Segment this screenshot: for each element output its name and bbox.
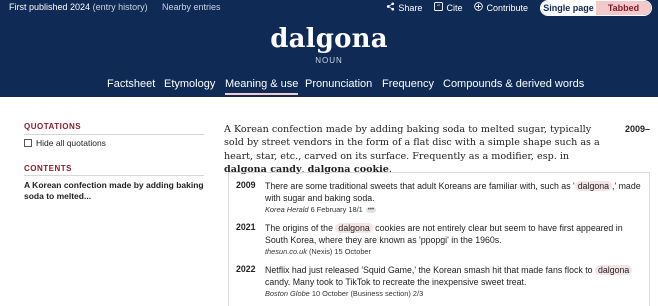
svg-text:”: ” [437, 4, 440, 11]
tab-factsheet[interactable]: Factsheet [107, 78, 155, 90]
part-of-speech: NOUN [315, 56, 343, 65]
cite-label: Cite [446, 2, 463, 13]
top-bar: First published 2024 (entry history) Nea… [0, 0, 658, 18]
quote-icon: ” [434, 1, 444, 13]
source-title: thesun.co.uk [265, 247, 307, 256]
quotation-text-before: There are some traditional sweets that a… [265, 181, 575, 191]
quotation-source: thesun.co.uk (Nexis) 15 October [265, 247, 371, 256]
tabbed-option[interactable]: Tabbed [596, 1, 651, 15]
entry-headword: dalgona [270, 24, 388, 54]
tab-frequency[interactable]: Frequency [382, 78, 434, 90]
quotation-year: 2021 [236, 222, 256, 232]
contents-link-sense-1[interactable]: A Korean confection made by adding bakin… [24, 180, 204, 202]
single-page-option[interactable]: Single page [541, 1, 596, 15]
quotations-heading: QUOTATIONS [24, 122, 82, 131]
contents-heading: CONTENTS [24, 164, 72, 173]
tab-meaning-and-use[interactable]: Meaning & use [225, 78, 299, 95]
published-label: First published 2024 [9, 2, 91, 12]
source-details: (Nexis) 15 October [306, 247, 371, 256]
quotation-year: 2022 [236, 264, 256, 274]
quotation-source: Boston Globe 10 October (Business sectio… [265, 289, 423, 298]
quotations-panel: 2009 There are some traditional sweets t… [228, 172, 650, 306]
source-title: Boston Globe [265, 289, 310, 298]
definition-text: A Korean confection made by adding bakin… [224, 124, 600, 162]
share-button[interactable]: Share [386, 2, 422, 13]
source-details: 10 October (Business section) 2/3 [309, 289, 424, 298]
more-options-button[interactable]: ••• [365, 207, 377, 214]
quotation-source: Korea Herald 6 February 18/1 ••• [265, 205, 377, 214]
entry-history-link[interactable]: (entry history) [93, 2, 148, 12]
view-toggle: Single page Tabbed [540, 0, 652, 16]
quotation-text: The origins of the dalgona cookies are n… [265, 222, 643, 247]
divider [24, 134, 204, 135]
entry-nav: Factsheet Etymology Meaning & use Pronun… [0, 78, 658, 97]
source-title: Korea Herald [265, 205, 309, 214]
plus-icon [474, 2, 484, 13]
tab-etymology[interactable]: Etymology [164, 78, 215, 90]
contribute-button[interactable]: Contribute [474, 2, 528, 13]
highlighted-headword: dalgona [595, 265, 633, 275]
tab-compounds[interactable]: Compounds & derived words [443, 78, 584, 90]
hide-quotations-row: Hide all quotations [24, 138, 106, 148]
tab-pronunciation[interactable]: Pronunciation [305, 78, 372, 90]
quotation-text-before: The origins of the [265, 223, 336, 233]
quotation-text-before: Netflix had just released 'Squid Game,' … [265, 265, 595, 275]
nearby-entries-link[interactable]: Nearby entries [162, 2, 221, 12]
site-header: First published 2024 (entry history) Nea… [0, 0, 658, 97]
contribute-label: Contribute [486, 2, 528, 13]
share-label: Share [398, 2, 423, 13]
share-icon [386, 2, 395, 13]
highlighted-headword: dalgona [335, 223, 373, 233]
sense-definition: A Korean confection made by adding bakin… [224, 123, 604, 177]
quotation-text: Netflix had just released 'Squid Game,' … [265, 264, 643, 289]
divider [24, 175, 204, 176]
cite-button[interactable]: ” Cite [434, 1, 463, 13]
quotation-year: 2009 [236, 180, 256, 190]
entry-tools: Share ” Cite Contribute [386, 1, 528, 13]
quotation-text: There are some traditional sweets that a… [265, 180, 643, 205]
hide-quotations-label[interactable]: Hide all quotations [36, 138, 106, 148]
source-details: 6 February 18/1 [308, 205, 363, 214]
sense-date-range: 2009– [625, 124, 651, 134]
quotation-text-after: candy. Many took to TikTok to recreate t… [265, 277, 527, 288]
hide-quotations-checkbox[interactable] [24, 139, 32, 147]
publication-info: First published 2024 (entry history) [9, 2, 148, 12]
highlighted-headword: dalgona [574, 181, 613, 191]
